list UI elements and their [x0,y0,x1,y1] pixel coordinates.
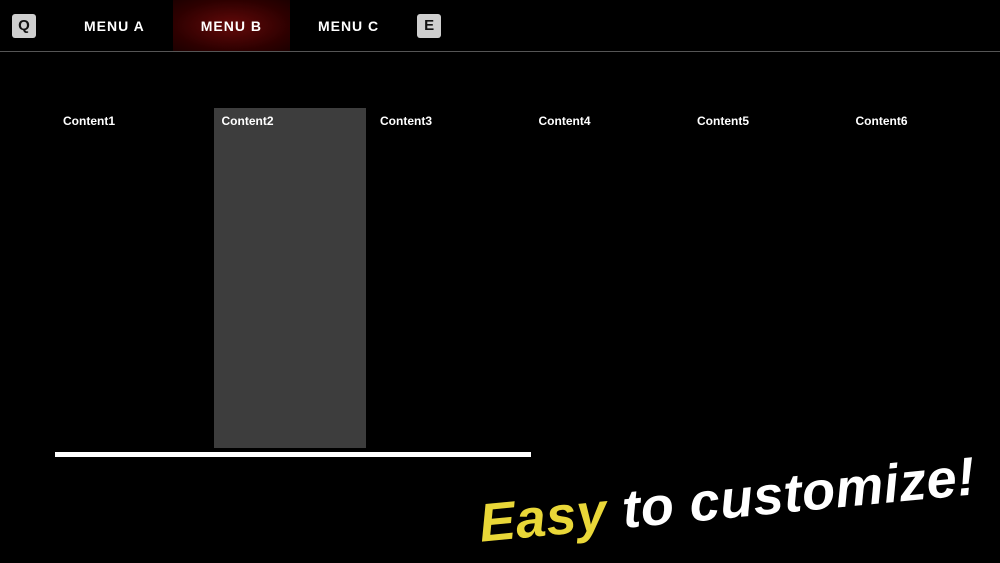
key-hint-left: Q [12,14,36,38]
content-label: Content2 [222,114,274,128]
content-card-6[interactable]: Content6 [848,108,1000,448]
scroll-indicator[interactable] [55,452,531,457]
content-label: Content6 [856,114,908,128]
menu-tab-c[interactable]: MENU C [290,0,407,51]
content-card-4[interactable]: Content4 [531,108,684,448]
content-label: Content1 [63,114,115,128]
content-label: Content3 [380,114,432,128]
overlay-text: Easy to customize! [476,445,978,554]
menu-tab-b[interactable]: MENU B [173,0,290,51]
content-card-3[interactable]: Content3 [372,108,525,448]
content-card-5[interactable]: Content5 [689,108,842,448]
overlay-word2: to customize! [604,446,978,541]
menu-tabs: MENU A MENU B MENU C [56,0,407,51]
content-label: Content4 [539,114,591,128]
content-row: Content1 Content2 Content3 Content4 Cont… [55,108,1000,448]
menu-tab-a[interactable]: MENU A [56,0,173,51]
overlay-word1: Easy [476,482,609,554]
content-label: Content5 [697,114,749,128]
content-card-1[interactable]: Content1 [55,108,208,448]
content-card-2[interactable]: Content2 [214,108,367,448]
top-menu-bar: Q MENU A MENU B MENU C E [0,0,1000,52]
key-hint-right: E [417,14,441,38]
